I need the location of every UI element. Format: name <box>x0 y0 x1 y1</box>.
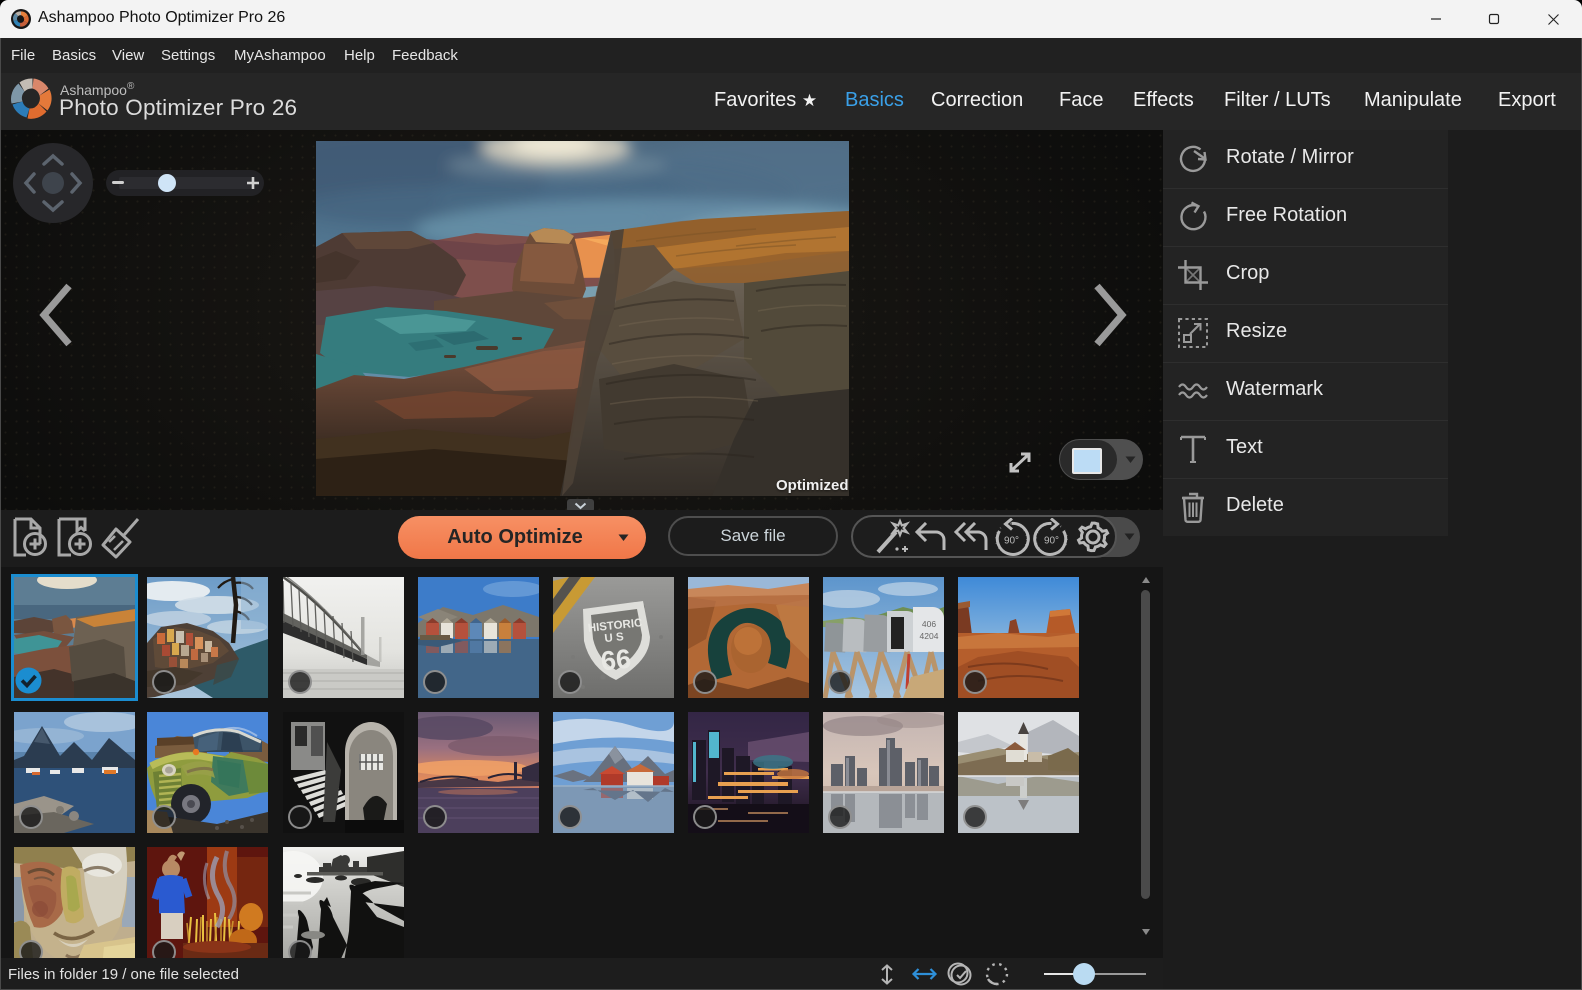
svg-text:406: 406 <box>922 619 936 629</box>
svg-text:4204: 4204 <box>920 631 939 641</box>
svg-text:U S: U S <box>604 631 625 645</box>
svg-text:66: 66 <box>599 644 632 677</box>
svg-text:90°: 90° <box>1044 536 1059 547</box>
svg-text:90°: 90° <box>1004 536 1019 547</box>
